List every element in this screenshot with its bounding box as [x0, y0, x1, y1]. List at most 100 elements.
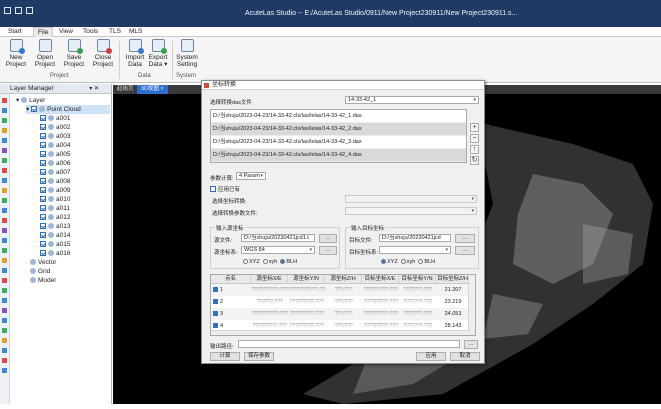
apply-button[interactable]: 应用 — [416, 352, 446, 361]
calculate-button[interactable]: 计算 — [210, 352, 240, 361]
menu-mls[interactable]: MLS — [125, 27, 146, 37]
row-checkbox[interactable] — [213, 287, 218, 292]
param-count-select[interactable]: 4 Param ▾ — [236, 172, 266, 180]
table-vertical-scrollbar[interactable] — [468, 275, 475, 335]
tree-item[interactable]: a016 — [40, 249, 70, 258]
tab-3d-view[interactable]: 3D视图 × — [137, 85, 168, 94]
item-checkbox[interactable] — [40, 223, 46, 229]
tree-item[interactable]: a001 — [40, 114, 70, 123]
table-header[interactable]: 目标坐标X/E — [362, 275, 399, 284]
tree-item[interactable]: a011 — [40, 204, 70, 213]
tool-icon[interactable] — [2, 368, 7, 373]
dst-sys-browse-button[interactable]: ... — [455, 246, 475, 255]
menu-tls[interactable]: TLS — [105, 27, 125, 37]
tree-item[interactable]: a012 — [40, 213, 70, 222]
tool-icon[interactable] — [2, 128, 7, 133]
tree-point-cloud[interactable]: ▾ Point Cloud — [26, 105, 110, 114]
tool-icon[interactable] — [2, 348, 7, 353]
tool-icon[interactable] — [2, 328, 7, 333]
tool-icon[interactable] — [2, 278, 7, 283]
table-cell[interactable]: ???????????.?? — [288, 284, 325, 296]
table-row-index[interactable]: 2 — [213, 296, 251, 308]
pin-icon[interactable]: ▾ ✕ — [89, 84, 99, 94]
save-icon[interactable] — [26, 7, 33, 14]
save-params-button[interactable]: 保存参数 — [244, 352, 274, 361]
table-cell[interactable]: 24.053 — [436, 308, 470, 320]
tree-item[interactable]: a004 — [40, 141, 70, 150]
item-checkbox[interactable] — [40, 250, 46, 256]
tool-icon[interactable] — [2, 188, 7, 193]
new-project-button[interactable]: New Project — [1, 39, 31, 68]
item-checkbox[interactable] — [40, 115, 46, 121]
src-file-input[interactable]: D:/当shuju/20230421jcd1.t — [241, 234, 315, 242]
tool-icon[interactable] — [2, 168, 7, 173]
item-checkbox[interactable] — [40, 205, 46, 211]
tree-item[interactable]: a015 — [40, 240, 70, 249]
row-checkbox[interactable] — [213, 323, 218, 328]
tree-item[interactable]: a002 — [40, 123, 70, 132]
table-cell[interactable]: 23.219 — [436, 296, 470, 308]
menu-view[interactable]: View — [55, 27, 77, 37]
tool-icon[interactable] — [2, 158, 7, 163]
tool-icon[interactable] — [2, 98, 7, 103]
tool-icon[interactable] — [2, 228, 7, 233]
table-header[interactable]: 目标坐标Y/N — [399, 275, 436, 284]
tool-icon[interactable] — [2, 298, 7, 303]
tool-icon[interactable] — [2, 138, 7, 143]
tool-icon[interactable] — [2, 108, 7, 113]
table-cell[interactable]: ??????.??? — [251, 296, 288, 308]
radio-blh[interactable] — [418, 259, 424, 264]
table-cell[interactable]: ?????????.??? — [288, 296, 325, 308]
table-cell[interactable]: ???????.??? — [399, 308, 436, 320]
tool-icon[interactable] — [2, 248, 7, 253]
table-cell[interactable]: ?????????.??? — [362, 296, 399, 308]
radio-blh[interactable] — [280, 259, 286, 264]
tree-item[interactable]: a003 — [40, 132, 70, 141]
table-cell[interactable]: ???????.??? — [399, 296, 436, 308]
tree-item[interactable]: a008 — [40, 177, 70, 186]
tree-item[interactable]: a006 — [40, 159, 70, 168]
table-header[interactable]: 点名 — [211, 275, 251, 284]
table-cell[interactable]: ???????.??? — [399, 284, 436, 296]
file-list[interactable]: D:/当shuju/2023-04-23/14-33-42.cls/las/le… — [210, 109, 467, 163]
radio-xyz[interactable] — [243, 259, 248, 264]
dst-file-input[interactable]: D:/当shuju/20230421jcd — [379, 234, 451, 242]
src-sys-select[interactable]: WGS 84 ▾ — [241, 246, 315, 254]
src-browse-button[interactable]: ... — [319, 234, 337, 243]
radio-xyz[interactable] — [381, 259, 386, 264]
save-project-button[interactable]: Save Project — [59, 39, 89, 68]
select-src-combo[interactable]: ▾ — [345, 195, 477, 203]
item-checkbox[interactable] — [40, 142, 46, 148]
table-header[interactable]: 目标坐标Z/H — [436, 275, 470, 284]
file-list-item[interactable]: D:/当shuju/2023-04-23/14-33-42.cls/las/le… — [211, 110, 466, 123]
row-checkbox[interactable] — [213, 299, 218, 304]
point-cloud-checkbox[interactable] — [31, 106, 38, 112]
item-checkbox[interactable] — [40, 232, 46, 238]
item-checkbox[interactable] — [40, 196, 46, 202]
radio-xyh[interactable] — [400, 259, 406, 264]
table-cell[interactable]: ?????????.??? — [288, 308, 325, 320]
tree-vector[interactable]: Vector — [30, 258, 56, 267]
tool-icon[interactable] — [2, 318, 7, 323]
table-cell[interactable]: 21.207 — [436, 284, 470, 296]
export-data-button[interactable]: Export Data ▾ — [143, 39, 173, 68]
tree-model[interactable]: Model — [30, 276, 56, 285]
tree-item[interactable]: a014 — [40, 231, 70, 240]
tree-item[interactable]: a009 — [40, 186, 70, 195]
tool-icon[interactable] — [2, 258, 7, 263]
tree-item[interactable]: a007 — [40, 168, 70, 177]
table-cell[interactable]: ?????????.??? — [362, 308, 399, 320]
add-file-button[interactable]: + — [470, 123, 479, 132]
item-checkbox[interactable] — [40, 187, 46, 193]
expand-icon[interactable]: ▾ — [16, 97, 19, 104]
file-list-item[interactable]: D:/当shuju/2023-04-23/14-33-42.cls/las/le… — [211, 123, 466, 136]
menu-file[interactable]: File — [33, 27, 54, 37]
table-cell[interactable]: ??????????.??? — [251, 308, 288, 320]
item-checkbox[interactable] — [40, 124, 46, 130]
select-dst-combo[interactable]: ▾ — [345, 207, 477, 215]
tool-icon[interactable] — [2, 118, 7, 123]
system-setting-button[interactable]: System Setting — [172, 39, 202, 68]
menu-start[interactable]: Start — [4, 27, 26, 37]
tool-icon[interactable] — [2, 238, 7, 243]
table-header[interactable]: 源坐标X/E — [251, 275, 288, 284]
